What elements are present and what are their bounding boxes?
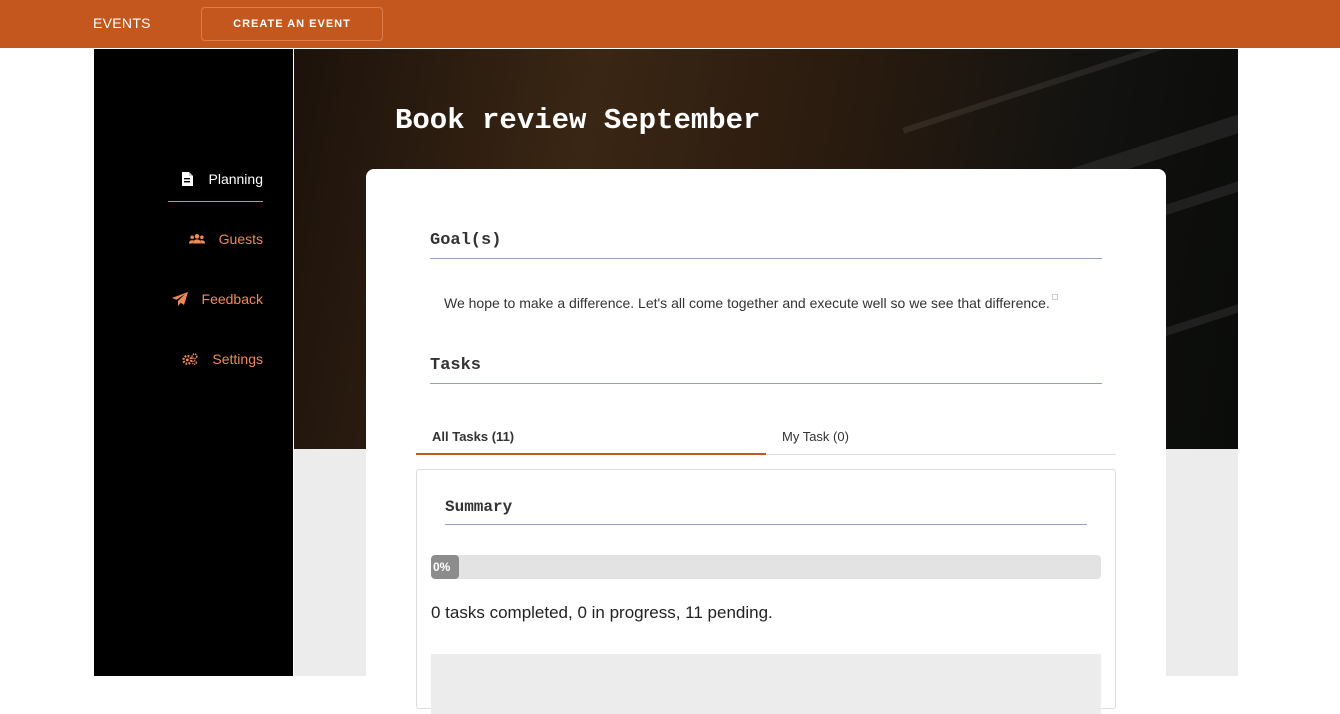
tab-my-tasks[interactable]: My Task (0) [766, 419, 1116, 455]
sidebar: Planning Guests Feedback Settings [94, 49, 293, 676]
goal-text: We hope to make a difference. Let's all … [444, 295, 1050, 311]
users-icon [188, 231, 205, 247]
sidebar-item-settings[interactable]: Settings [182, 344, 263, 374]
edit-marker-icon[interactable] [1052, 294, 1058, 300]
event-card: Goal(s) We hope to make a difference. Le… [366, 169, 1166, 714]
sidebar-item-planning[interactable]: Planning [179, 164, 264, 194]
sidebar-item-label: Feedback [201, 291, 263, 307]
event-title: Book review September [395, 104, 761, 137]
task-list-area [431, 654, 1101, 714]
sidebar-item-label: Guests [218, 231, 263, 247]
gears-icon [182, 351, 198, 367]
document-icon [179, 171, 195, 187]
progress-bar: 0% [431, 555, 1101, 579]
active-nav-indicator [168, 201, 263, 202]
task-status-text: 0 tasks completed, 0 in progress, 11 pen… [431, 603, 773, 622]
sidebar-item-label: Settings [212, 351, 263, 367]
sidebar-item-label: Planning [208, 171, 264, 187]
goals-heading: Goal(s) [430, 231, 1102, 259]
create-event-button[interactable]: CREATE AN EVENT [201, 7, 383, 41]
brand-link[interactable]: EVENTS [93, 15, 151, 31]
sidebar-item-feedback[interactable]: Feedback [171, 284, 263, 314]
tab-all-tasks[interactable]: All Tasks (11) [416, 419, 766, 455]
tasks-heading: Tasks [430, 356, 1102, 384]
progress-fill: 0% [431, 555, 459, 579]
top-navbar: EVENTS CREATE AN EVENT [0, 0, 1340, 48]
summary-heading: Summary [445, 498, 1087, 525]
summary-panel: Summary 0% 0 tasks completed, 0 in progr… [416, 469, 1116, 714]
paper-plane-icon [171, 291, 188, 307]
sidebar-item-guests[interactable]: Guests [188, 224, 263, 254]
